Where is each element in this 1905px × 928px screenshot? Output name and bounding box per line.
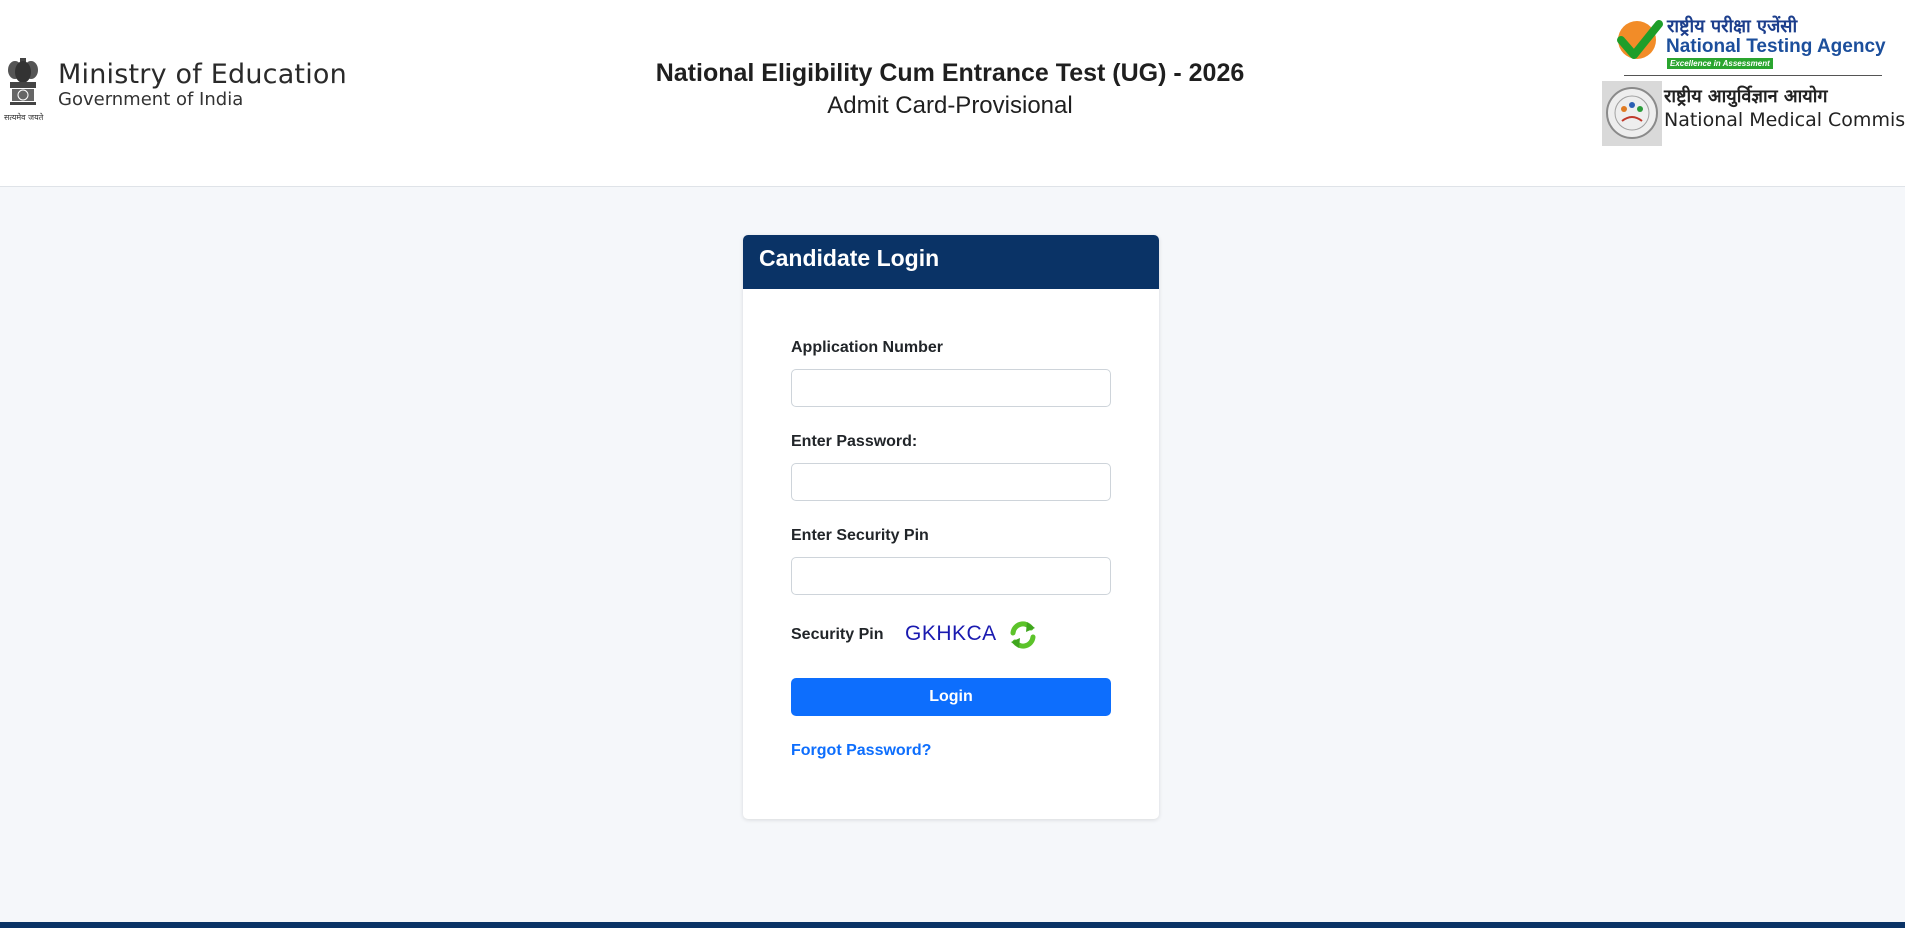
password-input[interactable]	[791, 463, 1111, 501]
national-emblem-icon: सत्यमेव जयते	[4, 56, 50, 124]
forgot-password-link[interactable]: Forgot Password?	[791, 742, 931, 760]
card-title: Candidate Login	[743, 235, 1159, 289]
exam-title: National Eligibility Cum Entrance Test (…	[655, 59, 1245, 87]
security-pin-input[interactable]	[791, 557, 1111, 595]
site-header: सत्यमेव जयते Ministry of Education Gover…	[0, 0, 1905, 187]
captcha-code: GKHKCA	[905, 622, 997, 645]
nta-logo: राष्ट्रीय परीक्षा एजेंसी National Testin…	[1615, 14, 1895, 74]
application-number-input[interactable]	[791, 369, 1111, 407]
nta-hindi-name: राष्ट्रीय परीक्षा एजेंसी	[1667, 16, 1798, 37]
nta-english-name: National Testing Agency	[1666, 36, 1886, 57]
page-heading: National Eligibility Cum Entrance Test (…	[560, 56, 1340, 122]
refresh-icon[interactable]	[1007, 619, 1039, 651]
ministry-title: Ministry of Education	[58, 59, 347, 90]
candidate-login-card: Candidate Login Application Number Enter…	[743, 235, 1159, 819]
nta-check-icon	[1617, 20, 1663, 59]
application-number-label: Application Number	[791, 339, 944, 356]
nmc-logo: राष्ट्रीय आयुर्विज्ञान आयोग National Med…	[1602, 81, 1905, 147]
nta-tagline: Excellence in Assessment	[1667, 58, 1773, 69]
footer-bar	[0, 922, 1905, 928]
password-label: Enter Password:	[791, 433, 918, 450]
emblem-motto: सत्यमेव जयते	[4, 113, 44, 122]
logo-divider	[1624, 75, 1882, 76]
captcha-label: Security Pin	[791, 626, 884, 643]
login-button[interactable]: Login	[791, 678, 1111, 716]
nmc-seal-icon	[1602, 81, 1662, 146]
ministry-logo-block: सत्यमेव जयते Ministry of Education Gover…	[4, 56, 347, 124]
ministry-subtitle: Government of India	[58, 89, 244, 110]
nmc-english-name: National Medical Commission	[1664, 109, 1905, 131]
nmc-hindi-name: राष्ट्रीय आयुर्विज्ञान आयोग	[1664, 86, 1828, 107]
exam-subtitle: Admit Card-Provisional	[827, 92, 1073, 119]
security-pin-label: Enter Security Pin	[791, 527, 929, 544]
